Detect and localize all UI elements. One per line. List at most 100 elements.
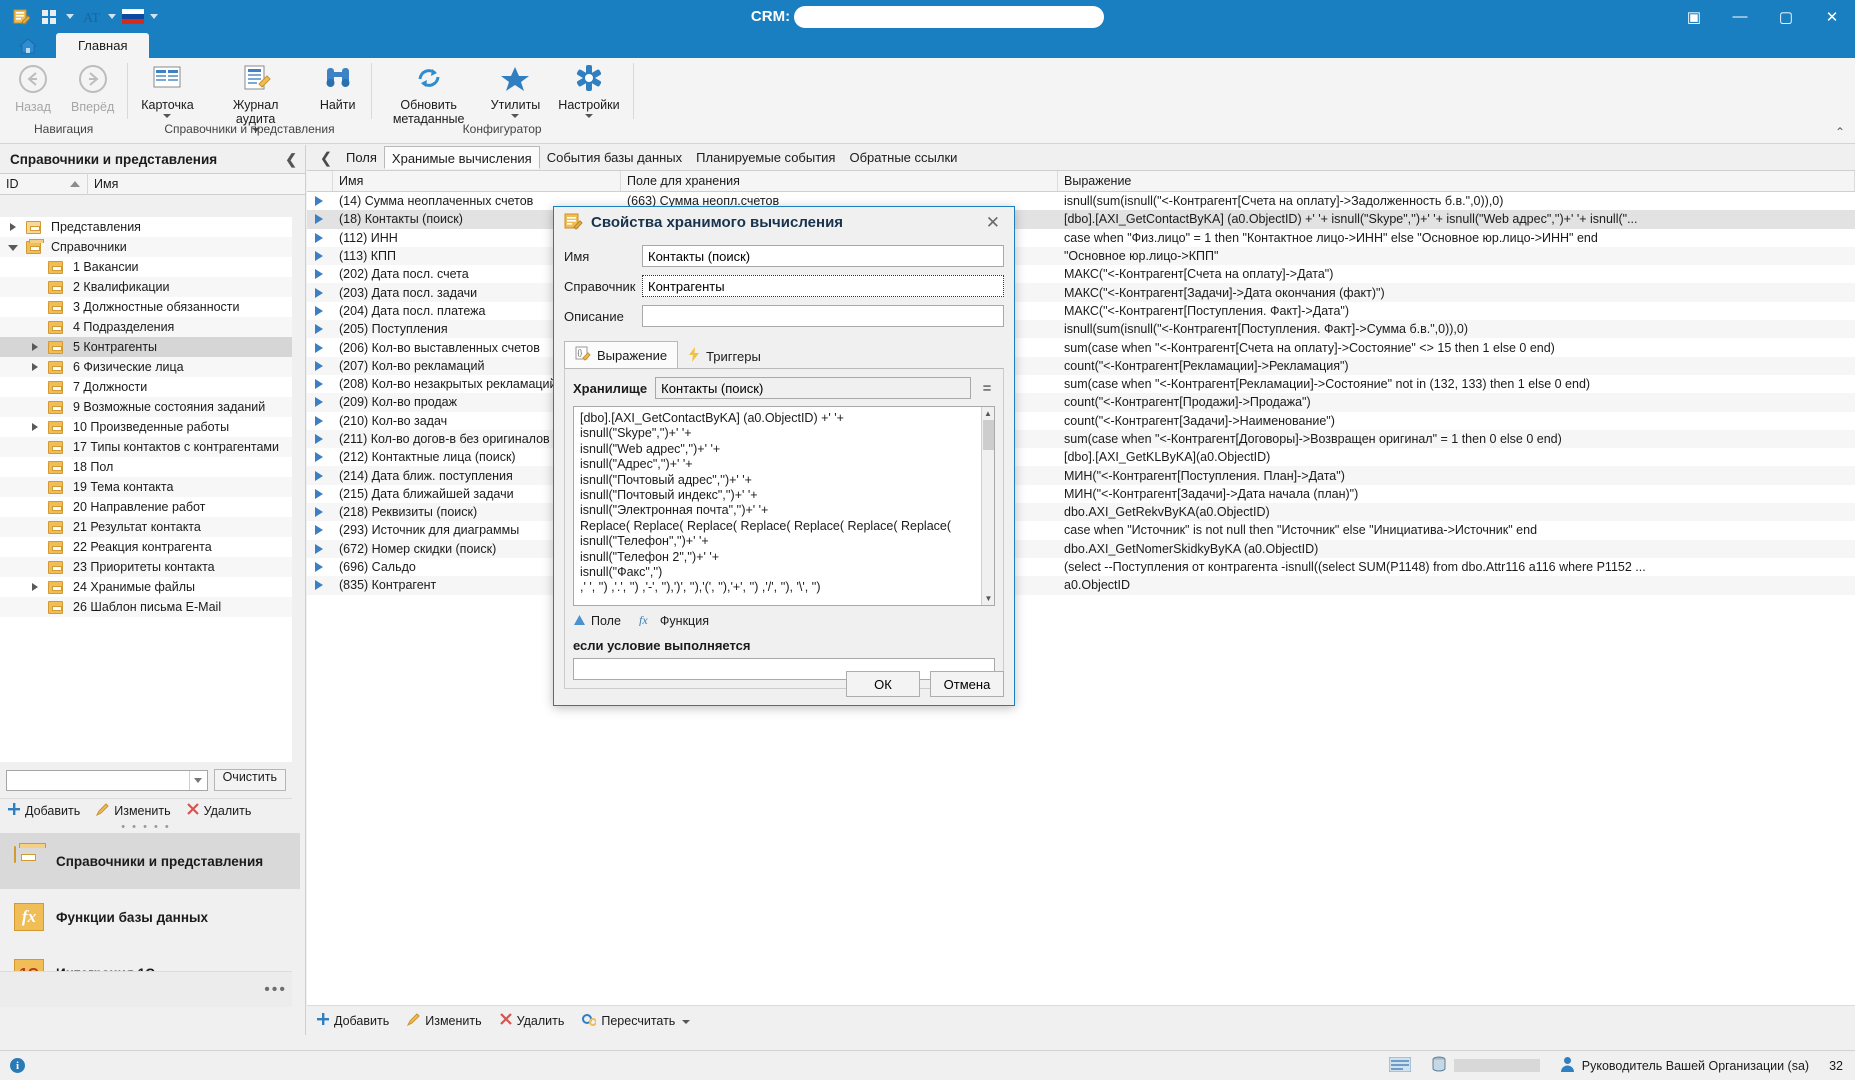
row-expander-icon[interactable] (307, 543, 333, 554)
chevron-down-icon[interactable] (150, 14, 158, 19)
table-row[interactable]: (203) Дата посл. задачи МАКС("<-Контраген… (307, 283, 1855, 302)
row-expander-icon[interactable] (307, 269, 333, 280)
clear-filter-button[interactable]: Очистить (213, 769, 286, 791)
tree-item[interactable]: 21 Результат контакта (0, 517, 292, 537)
tree-item[interactable]: 23 Приоритеты контакта (0, 557, 292, 577)
splitter-grip[interactable]: • • • • • (0, 821, 292, 833)
chevron-left-icon[interactable]: ❮ (285, 151, 297, 168)
stored-calculations-grid[interactable]: Имя Поле для хранения Выражение (14) Сум… (307, 170, 1855, 1005)
table-row[interactable]: (206) Кол-во выставленных счетов sum(case… (307, 338, 1855, 356)
tab-glavnaya[interactable]: Главная (56, 33, 150, 58)
insert-function-button[interactable]: fx Функция (639, 613, 709, 629)
row-expander-icon[interactable] (307, 305, 333, 316)
close-button[interactable]: ✕ (1809, 0, 1855, 33)
chevron-down-icon[interactable] (108, 14, 116, 19)
table-row[interactable]: (215) Дата ближайшей задачи МИН("<-Контра… (307, 485, 1855, 503)
name-input[interactable] (642, 245, 1004, 267)
tab-3[interactable]: Планируемые события (689, 146, 842, 169)
row-expander-icon[interactable] (307, 214, 333, 225)
row-expander-icon[interactable] (307, 360, 333, 371)
row-expander-icon[interactable] (307, 324, 333, 335)
font-icon[interactable]: AT (80, 6, 102, 28)
tree-item[interactable]: 26 Шаблон письма E-Mail (0, 597, 292, 617)
cancel-button[interactable]: Отмена (930, 671, 1004, 697)
database-status[interactable] (1431, 1056, 1540, 1075)
forward-button[interactable]: Вперёд (62, 62, 123, 116)
row-expander-icon[interactable] (307, 251, 333, 262)
column-header-expression[interactable]: Выражение (1058, 171, 1855, 191)
tree-item[interactable]: 3 Должностные обязанности (0, 297, 292, 317)
tree-expander-icon[interactable] (8, 222, 19, 233)
table-row[interactable]: (208) Кол-во незакрытых рекламаций sum(ca… (307, 375, 1855, 393)
ellipsis-icon[interactable]: ••• (264, 981, 287, 999)
tree-item[interactable]: 4 Подразделения (0, 317, 292, 337)
tree-item[interactable]: 17 Типы контактов с контрагентами (0, 437, 292, 457)
grid-edit-button[interactable]: Изменить (407, 1012, 482, 1029)
tree-item[interactable]: 18 Пол (0, 457, 292, 477)
tree-item[interactable]: 1 Вакансии (0, 257, 292, 277)
minimize-button[interactable]: — (1717, 0, 1763, 33)
tree-expander-icon[interactable] (30, 362, 41, 373)
chevron-down-icon[interactable] (511, 114, 520, 118)
card-button[interactable]: Карточка (132, 62, 202, 120)
flag-ru-icon[interactable] (122, 6, 144, 28)
table-row[interactable]: (214) Дата ближ. поступления МИН("<-Контр… (307, 466, 1855, 485)
tree-expander-icon[interactable] (30, 342, 41, 353)
tree-item[interactable]: 6 Физические лица (0, 357, 292, 377)
tree-item[interactable]: 9 Возможные состояния заданий (0, 397, 292, 417)
tree-item[interactable]: Справочники (0, 237, 292, 257)
row-expander-icon[interactable] (307, 507, 333, 518)
column-header-name[interactable]: Имя (333, 171, 621, 191)
tree-item[interactable]: 22 Реакция контрагента (0, 537, 292, 557)
sidebar-item-db-functions[interactable]: fx Функции базы данных (0, 889, 300, 945)
row-expander-icon[interactable] (307, 287, 333, 298)
table-row[interactable]: (113) КПП "Основное юр.лицо->КПП" (307, 246, 1855, 266)
tree-item[interactable]: 19 Тема контакта (0, 477, 292, 497)
row-expander-icon[interactable] (307, 452, 333, 463)
scrollbar-thumb[interactable] (983, 420, 994, 450)
grid-delete-button[interactable]: Удалить (499, 1013, 564, 1028)
tree-item[interactable]: Представления (0, 217, 292, 237)
tab-expression[interactable]: {} Выражение (564, 341, 679, 369)
row-expander-icon[interactable] (307, 397, 333, 408)
table-row[interactable]: (202) Дата посл. счета МАКС("<-Контрагент… (307, 265, 1855, 283)
refresh-metadata-button[interactable]: Обновить метаданные (376, 62, 482, 128)
row-expander-icon[interactable] (307, 562, 333, 573)
row-expander-icon[interactable] (307, 488, 333, 499)
row-expander-icon[interactable] (307, 415, 333, 426)
sidebar-item-catalogs[interactable]: Справочники и представления (0, 833, 300, 889)
chevron-up-icon[interactable]: ⌃ (1835, 125, 1845, 139)
tree-item[interactable]: 7 Должности (0, 377, 292, 397)
table-row[interactable]: (212) Контактные лица (поиск) [dbo].[AXI_… (307, 448, 1855, 466)
tree-item[interactable]: 24 Хранимые файлы (0, 577, 292, 597)
grid-icon[interactable] (38, 6, 60, 28)
edit-doc-icon[interactable] (10, 6, 32, 28)
row-expander-icon[interactable] (307, 580, 333, 591)
current-user[interactable]: Руководитель Вашей Организации (sa) (1560, 1056, 1809, 1075)
tree-item[interactable]: 2 Квалификации (0, 277, 292, 297)
chevron-down-icon[interactable] (163, 114, 172, 118)
table-row[interactable]: (207) Кол-во рекламаций count("<-Контраге… (307, 356, 1855, 375)
row-expander-icon[interactable] (307, 470, 333, 481)
row-expander-icon[interactable] (307, 196, 333, 207)
sidebar-add-button[interactable]: Добавить (8, 803, 80, 818)
table-row[interactable]: (211) Кол-во догов-в без оригиналов sum(c… (307, 429, 1855, 449)
catalog-tree[interactable]: Представления Справочники 1 Вакансии 2 Квал… (0, 217, 292, 762)
row-expander-icon[interactable] (307, 379, 333, 390)
restore-app-button[interactable]: ▣ (1671, 0, 1717, 33)
expression-editor[interactable]: [dbo].[AXI_GetContactByKA] (a0.ObjectID)… (573, 406, 995, 606)
settings-button[interactable]: Настройки (549, 62, 628, 120)
home-icon[interactable] (0, 33, 56, 58)
table-row[interactable]: (205) Поступления isnull(sum(isnull("<-Ко… (307, 320, 1855, 339)
find-button[interactable]: Найти (309, 62, 367, 114)
info-icon[interactable]: i (10, 1058, 25, 1073)
row-expander-icon[interactable] (307, 232, 333, 243)
column-header-storage-field[interactable]: Поле для хранения (621, 171, 1058, 191)
storage-input[interactable] (655, 377, 971, 399)
chevron-down-icon[interactable] (189, 770, 206, 790)
sidebar-edit-button[interactable]: Изменить (96, 802, 171, 819)
tab-2[interactable]: События базы данных (540, 146, 689, 169)
table-row[interactable]: (112) ИНН case when "Физ.лицо" = 1 then "… (307, 229, 1855, 247)
table-row[interactable]: (218) Реквизиты (поиск) dbo.AXI_GetRekvBy… (307, 503, 1855, 522)
filter-input[interactable] (7, 770, 190, 790)
